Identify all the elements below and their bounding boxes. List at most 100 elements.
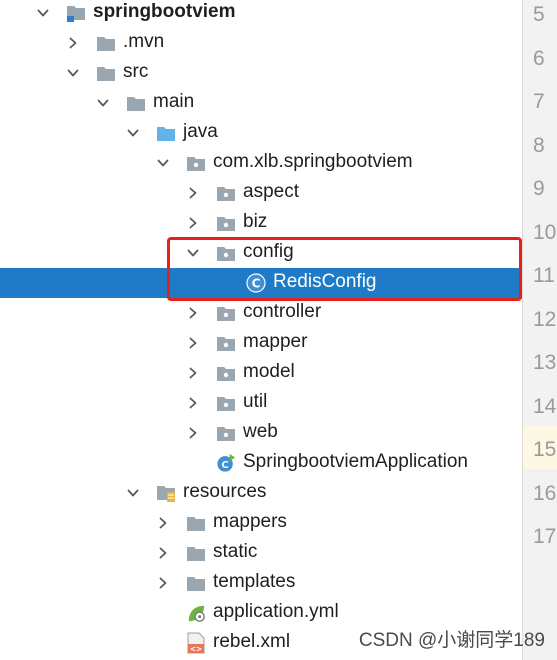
- tree-item-label: springbootviem: [93, 1, 236, 22]
- tree-item[interactable]: springbootviem: [0, 0, 522, 28]
- chevron-right-icon[interactable]: [187, 187, 199, 199]
- tree-item-label: SpringbootviemApplication: [243, 451, 468, 472]
- chevron-right-icon[interactable]: [187, 307, 199, 319]
- chevron-right-icon[interactable]: [67, 37, 79, 49]
- tree-item-label: mappers: [213, 511, 287, 532]
- folder-icon: [96, 63, 116, 83]
- tree-item[interactable]: model: [0, 358, 522, 388]
- tree-item[interactable]: aspect: [0, 178, 522, 208]
- line-number: 13: [533, 351, 557, 374]
- watermark: CSDN @小谢同学189: [358, 630, 545, 651]
- tree-item[interactable]: mappers: [0, 508, 522, 538]
- line-number: 8: [533, 133, 545, 157]
- tree-item[interactable]: main: [0, 88, 522, 118]
- tree-item[interactable]: controller: [0, 298, 522, 328]
- tree-item-label: web: [243, 421, 278, 442]
- tree-item[interactable]: src: [0, 58, 522, 88]
- ide-window: springbootviem .mvn src main java com.xlb.spr…: [0, 0, 557, 660]
- yaml-config-icon: [186, 603, 206, 623]
- line-number: 10: [533, 220, 557, 244]
- tree-item[interactable]: application.yml: [0, 598, 522, 628]
- tree-item[interactable]: util: [0, 388, 522, 418]
- folder-icon: [186, 573, 206, 593]
- tree-item-label: model: [243, 361, 295, 382]
- package-icon: [216, 423, 236, 443]
- xml-file-icon: <>: [186, 632, 206, 654]
- line-number: 12: [533, 307, 557, 331]
- line-number: 14: [533, 394, 557, 418]
- chevron-down-icon[interactable]: [127, 127, 139, 139]
- chevron-right-icon[interactable]: [187, 397, 199, 409]
- package-icon: [186, 153, 206, 173]
- spring-boot-class-icon: C: [216, 453, 236, 473]
- package-icon: [216, 393, 236, 413]
- chevron-right-icon[interactable]: [187, 367, 199, 379]
- chevron-right-icon[interactable]: [187, 337, 199, 349]
- tree-item[interactable]: java: [0, 118, 522, 148]
- tree-item-label: RedisConfig: [273, 271, 377, 292]
- tree-item-label: templates: [213, 571, 296, 592]
- line-number: 17: [533, 525, 557, 548]
- resources-folder-icon: [156, 483, 176, 503]
- module-folder-icon: [66, 3, 86, 23]
- tree-item-label: mapper: [243, 331, 308, 352]
- chevron-down-icon[interactable]: [127, 487, 139, 499]
- tree-item[interactable]: com.xlb.springbootviem: [0, 148, 522, 178]
- tree-item-label: config: [243, 241, 294, 262]
- chevron-right-icon[interactable]: [187, 217, 199, 229]
- line-number: 5: [533, 3, 545, 26]
- folder-icon: [186, 543, 206, 563]
- chevron-down-icon[interactable]: [187, 247, 199, 259]
- chevron-down-icon[interactable]: [157, 157, 169, 169]
- tree-item[interactable]: biz: [0, 208, 522, 238]
- line-number: 7: [533, 90, 545, 113]
- tree-item[interactable]: templates: [0, 568, 522, 598]
- tree-item[interactable]: static: [0, 538, 522, 568]
- tree-item-label: aspect: [243, 181, 299, 202]
- tree-item[interactable]: config: [0, 238, 522, 268]
- chevron-down-icon[interactable]: [97, 97, 109, 109]
- tree-item-label: java: [183, 121, 218, 142]
- line-number: 16: [533, 481, 557, 505]
- folder-icon: [96, 33, 116, 53]
- tree-item-label: src: [123, 61, 149, 82]
- chevron-right-icon[interactable]: [157, 577, 169, 589]
- tree-item-label: util: [243, 391, 268, 412]
- chevron-right-icon[interactable]: [157, 517, 169, 529]
- editor-line-gutter: 5 6 7 8 9 10 11 12 13 14 15 16 17: [523, 0, 557, 660]
- tree-item-label: .mvn: [123, 31, 165, 52]
- chevron-down-icon[interactable]: [37, 7, 49, 19]
- tree-item[interactable]: C SpringbootviemApplication: [0, 448, 522, 478]
- class-icon: C: [246, 273, 266, 293]
- tree-item-label: application.yml: [213, 601, 339, 622]
- line-number: 11: [533, 264, 555, 287]
- source-folder-icon: [156, 123, 176, 143]
- tree-item-label: static: [213, 541, 258, 562]
- svg-text:C: C: [221, 460, 228, 471]
- tree-item[interactable]: web: [0, 418, 522, 448]
- line-number: 15: [533, 438, 557, 461]
- folder-icon: [186, 513, 206, 533]
- tree-item-label: com.xlb.springbootviem: [213, 151, 413, 172]
- chevron-right-icon[interactable]: [157, 547, 169, 559]
- package-icon: [216, 183, 236, 203]
- chevron-right-icon[interactable]: [187, 427, 199, 439]
- folder-icon: [126, 93, 146, 113]
- package-icon: [216, 333, 236, 353]
- tree-item[interactable]: resources: [0, 478, 522, 508]
- package-icon: [216, 213, 236, 233]
- tree-item-label: resources: [183, 481, 267, 502]
- chevron-down-icon[interactable]: [67, 67, 79, 79]
- tree-item-label: rebel.xml: [213, 631, 291, 652]
- line-number: 6: [533, 46, 545, 70]
- tree-item-label: biz: [243, 211, 268, 232]
- project-tree[interactable]: springbootviem .mvn src main java com.xlb.spr…: [0, 0, 522, 660]
- tree-item[interactable]: mapper: [0, 328, 522, 358]
- svg-text:C: C: [252, 277, 261, 291]
- line-number: 9: [533, 177, 545, 200]
- package-icon: [216, 243, 236, 263]
- tree-item[interactable]: .mvn: [0, 28, 522, 58]
- tree-item[interactable]: C RedisConfig: [0, 268, 522, 298]
- tree-item-label: controller: [243, 301, 322, 322]
- package-icon: [216, 363, 236, 383]
